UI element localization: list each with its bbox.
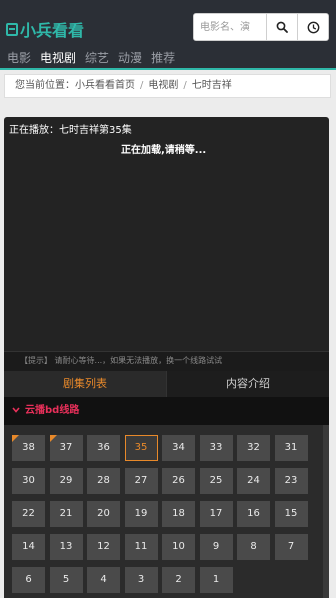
video-player[interactable]: 正在播放：七时吉祥第35集 正在加载,请稍等... 【提示】 请耐心等待...，… <box>4 117 329 371</box>
episode-button[interactable]: 7 <box>274 534 308 560</box>
nav-item-variety[interactable]: 综艺 <box>85 50 109 66</box>
episode-button[interactable]: 32 <box>237 435 270 461</box>
episode-button[interactable]: 26 <box>162 468 195 494</box>
loading-message: 正在加载,请稍等... <box>121 145 207 156</box>
search-icon <box>276 21 288 33</box>
breadcrumb-separator: / <box>183 80 187 91</box>
site-header: 小兵看看 电影 电视剧 综艺 动漫 推荐 <box>0 0 336 70</box>
episode-button[interactable]: 4 <box>87 567 120 593</box>
episode-button[interactable]: 8 <box>237 534 270 560</box>
episode-button[interactable]: 21 <box>49 501 83 527</box>
episode-button[interactable]: 17 <box>199 501 233 527</box>
episode-button[interactable]: 3 <box>124 567 158 593</box>
breadcrumb: 您当前位置：小兵看看首页 / 电视剧 / 七时吉祥 <box>4 74 331 98</box>
episode-grid: 38 37 36 35 34 33 32 31 30 29 28 27 26 25 24 23 22 21 20 19… <box>12 435 308 593</box>
now-playing-label: 正在播放：七时吉祥第35集 <box>9 125 132 136</box>
episode-button[interactable]: 1 <box>199 567 233 593</box>
episode-button[interactable]: 6 <box>12 567 45 593</box>
episode-button[interactable]: 20 <box>87 501 120 527</box>
episode-button[interactable]: 34 <box>162 435 195 461</box>
tab-description[interactable]: 内容介绍 <box>166 371 329 397</box>
main-nav: 电影 电视剧 综艺 动漫 推荐 <box>7 50 175 66</box>
breadcrumb-category[interactable]: 电视剧 <box>148 80 178 91</box>
player-tip: 【提示】 请耐心等待...，如果无法播放，换一个线路试试 <box>4 351 329 371</box>
episode-button[interactable]: 16 <box>237 501 270 527</box>
nav-item-tv[interactable]: 电视剧 <box>40 50 76 66</box>
nav-item-anime[interactable]: 动漫 <box>118 50 142 66</box>
episode-button[interactable]: 19 <box>124 501 158 527</box>
scrollbar[interactable] <box>323 425 329 598</box>
episode-button[interactable]: 38 <box>12 435 45 461</box>
episode-button[interactable]: 28 <box>87 468 120 494</box>
breadcrumb-current: 七时吉祥 <box>191 80 232 91</box>
logo-icon <box>6 22 18 36</box>
source-line-header[interactable]: 云播bd线路 <box>4 397 329 425</box>
episode-button[interactable]: 25 <box>199 468 233 494</box>
content-tabs: 剧集列表 内容介绍 <box>4 371 329 397</box>
breadcrumb-separator: / <box>140 80 144 91</box>
episode-button[interactable]: 24 <box>237 468 270 494</box>
nav-item-movie[interactable]: 电影 <box>7 50 31 66</box>
episode-button[interactable]: 22 <box>12 501 45 527</box>
site-logo[interactable]: 小兵看看 <box>6 17 84 41</box>
episode-button[interactable]: 23 <box>274 468 308 494</box>
episode-button[interactable]: 9 <box>199 534 233 560</box>
episode-button[interactable]: 33 <box>199 435 233 461</box>
search-button[interactable] <box>266 14 297 40</box>
episode-button[interactable]: 29 <box>49 468 83 494</box>
history-button[interactable] <box>297 14 328 40</box>
episode-button[interactable]: 10 <box>162 534 195 560</box>
episode-button[interactable]: 13 <box>49 534 83 560</box>
logo-text: 小兵看看 <box>20 21 85 40</box>
episode-panel: 云播bd线路 38 37 36 35 34 33 32 31 30 29 28 27 26 25 24 23 2… <box>4 397 329 598</box>
episode-button[interactable]: 27 <box>124 468 158 494</box>
clock-icon <box>307 21 319 33</box>
episode-button[interactable]: 12 <box>87 534 120 560</box>
episode-button[interactable]: 36 <box>87 435 120 461</box>
episode-button[interactable]: 18 <box>162 501 195 527</box>
episode-button[interactable]: 11 <box>124 534 158 560</box>
episode-button[interactable]: 15 <box>274 501 308 527</box>
new-badge-icon <box>12 435 19 442</box>
episode-button[interactable]: 14 <box>12 534 45 560</box>
source-line-label: 云播bd线路 <box>25 405 80 416</box>
episode-button[interactable]: 31 <box>274 435 308 461</box>
episode-button[interactable]: 5 <box>49 567 83 593</box>
new-badge-icon <box>49 435 57 442</box>
search-group <box>193 13 329 41</box>
nav-item-recommend[interactable]: 推荐 <box>151 50 175 66</box>
tab-episode-list[interactable]: 剧集列表 <box>4 371 166 397</box>
breadcrumb-home[interactable]: 小兵看看首页 <box>75 80 135 91</box>
breadcrumb-prefix: 您当前位置： <box>15 80 75 91</box>
episode-button[interactable]: 37 <box>49 435 83 461</box>
search-input[interactable] <box>194 14 266 40</box>
episode-button[interactable]: 35 <box>124 435 158 461</box>
episode-button[interactable]: 2 <box>162 567 195 593</box>
chevron-down-icon <box>12 397 20 425</box>
episode-button[interactable]: 30 <box>12 468 45 494</box>
